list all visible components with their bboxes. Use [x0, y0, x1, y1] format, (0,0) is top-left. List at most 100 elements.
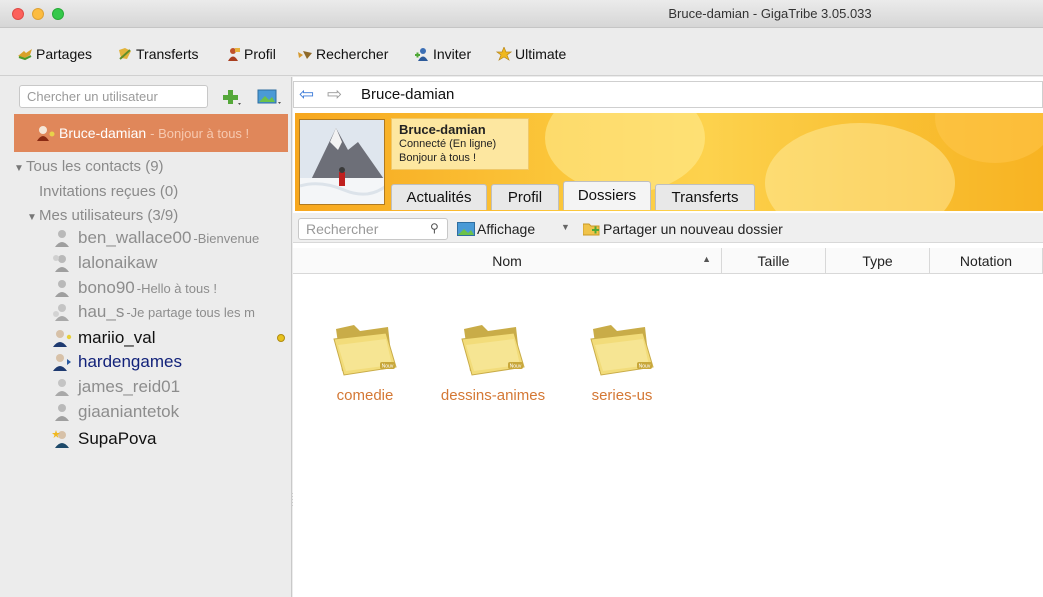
back-arrow-icon[interactable]: ⇦ — [299, 84, 314, 105]
user-online-icon — [52, 353, 72, 371]
tab-profil[interactable]: Profil — [491, 184, 559, 210]
title-bar: Bruce-damian - GigaTribe 3.05.033 — [0, 0, 1043, 28]
folder-search-input[interactable] — [298, 218, 448, 240]
search-icon — [297, 47, 313, 61]
user-online-icon — [36, 125, 56, 141]
tab-actualites[interactable]: Actualités — [391, 184, 487, 210]
contact-row[interactable]: hardengames — [52, 351, 288, 373]
close-window-button[interactable] — [12, 8, 24, 20]
invitations-received[interactable]: Invitations reçues (0) — [39, 183, 178, 200]
chevron-down-icon[interactable]: ▼ — [561, 222, 570, 232]
view-button[interactable]: Affichage — [457, 219, 535, 239]
column-header-notation[interactable]: Notation — [930, 248, 1043, 274]
contact-row[interactable]: giaaniantetok — [52, 401, 288, 423]
user-offline-icon — [52, 378, 72, 396]
profile-name: Bruce-damian — [399, 122, 486, 137]
folder-item[interactable]: Nouv series-us — [558, 315, 686, 415]
forward-arrow-icon[interactable]: ⇨ — [327, 84, 342, 105]
toolbar-profil-button[interactable]: Profil — [225, 44, 276, 64]
toolbar-inviter-button[interactable]: Inviter — [414, 44, 471, 64]
toolbar-label: Profil — [244, 46, 276, 62]
toolbar-label: Transferts — [136, 46, 199, 62]
toolbar-label: Ultimate — [515, 46, 567, 62]
contact-name: ben_wallace00 — [78, 228, 192, 247]
profile-status: Connecté (En ligne) — [399, 138, 497, 150]
user-offline-icon — [52, 303, 72, 321]
folder-name: dessins-animes — [440, 387, 546, 404]
folder-icon: Nouv — [590, 325, 654, 376]
current-user-status: - Bonjour à tous ! — [150, 125, 250, 141]
folder-icon: Nouv — [461, 325, 525, 376]
toolbar-label: Rechercher — [316, 46, 389, 62]
new-badge: Nouv — [639, 364, 651, 370]
column-header-nom[interactable]: Nom ▲ — [293, 248, 722, 274]
add-contact-icon[interactable] — [222, 87, 244, 107]
user-online-icon — [52, 329, 72, 347]
contact-row[interactable]: james_reid01 — [52, 376, 288, 398]
contact-row[interactable]: mariio_val — [52, 327, 288, 349]
tab-transferts[interactable]: Transferts — [655, 184, 755, 210]
folder-item[interactable]: Nouv dessins-animes — [429, 315, 557, 415]
new-badge: Nouv — [510, 364, 522, 370]
banner-decoration — [935, 113, 1043, 163]
share-new-folder-button[interactable]: Partager un nouveau dossier — [582, 219, 783, 239]
collapse-arrow-icon: ▼ — [14, 163, 24, 174]
new-folder-icon — [582, 222, 601, 236]
minimize-window-button[interactable] — [32, 8, 44, 20]
profile-banner: Bruce-damian Connecté (En ligne) Bonjour… — [295, 113, 1043, 211]
folder-name: series-us — [591, 387, 653, 404]
collapse-arrow-icon: ▼ — [27, 212, 37, 223]
toolbar-partages-button[interactable]: Partages — [17, 44, 92, 64]
share-new-folder-label: Partager un nouveau dossier — [603, 221, 783, 237]
profile-message: Bonjour à tous ! — [399, 152, 477, 164]
avatar — [299, 119, 385, 205]
window-title: Bruce-damian - GigaTribe 3.05.033 — [668, 6, 872, 21]
folder-view: Nouv comedie Nouv dessins-animes Nouv se… — [293, 275, 1043, 597]
contact-row[interactable]: bono90 -Hello à tous ! — [52, 277, 288, 299]
image-view-icon — [457, 222, 475, 236]
tab-dossiers[interactable]: Dossiers — [563, 181, 651, 210]
contact-row[interactable]: SupaPova — [52, 428, 288, 450]
app-window: Bruce-damian - GigaTribe 3.05.033 Partag… — [0, 0, 1043, 597]
profile-card: Bruce-damian Connecté (En ligne) Bonjour… — [391, 118, 529, 170]
main-panel: ⇦ ⇨ Bruce-damian Bruce-damian Connecté (… — [293, 77, 1043, 597]
column-headers: Nom ▲ Taille Type Notation — [293, 248, 1043, 274]
view-label: Affichage — [477, 221, 536, 237]
all-contacts-group[interactable]: ▼ Tous les contacts (9) — [14, 158, 164, 175]
folder-toolbar: ⚲ Affichage ▼ Partager un nouveau dossie… — [293, 213, 1043, 243]
contact-status: -Hello à tous ! — [136, 280, 217, 296]
contact-status: -Bienvenue — [193, 230, 260, 246]
magnifier-icon[interactable]: ⚲ — [430, 221, 439, 235]
sort-ascending-icon: ▲ — [702, 254, 711, 264]
toolbar-transferts-button[interactable]: Transferts — [117, 44, 199, 64]
user-search-input[interactable] — [19, 85, 208, 108]
contact-status: -Je partage tous les m — [126, 304, 255, 320]
contact-name: hardengames — [78, 352, 182, 371]
all-contacts-label: Tous les contacts (9) — [26, 158, 164, 175]
folder-item[interactable]: Nouv comedie — [301, 315, 429, 415]
user-offline-icon — [52, 279, 72, 297]
toolbar-label: Inviter — [433, 46, 472, 62]
toolbar-rechercher-button[interactable]: Rechercher — [297, 44, 388, 64]
contact-row[interactable]: hau_s -Je partage tous les m — [52, 301, 288, 323]
user-offline-icon — [52, 229, 72, 247]
contact-name: giaaniantetok — [78, 402, 180, 421]
contacts-sidebar: Bruce-damian - Bonjour à tous ! ▼Tous le… — [0, 77, 292, 597]
folder-icon: Nouv — [333, 325, 397, 376]
navigation-bar: ⇦ ⇨ Bruce-damian — [293, 81, 1043, 108]
transfer-icon — [117, 47, 133, 61]
contact-row[interactable]: lalonaikaw — [52, 252, 288, 274]
star-icon — [495, 46, 513, 61]
contact-row[interactable]: ben_wallace00 -Bienvenue — [52, 227, 288, 249]
banner-decoration — [765, 123, 955, 211]
column-header-taille[interactable]: Taille — [722, 248, 826, 274]
current-user-row[interactable]: Bruce-damian - Bonjour à tous ! — [14, 114, 288, 152]
column-header-type[interactable]: Type — [826, 248, 930, 274]
contact-name: james_reid01 — [78, 377, 181, 396]
column-label: Nom — [492, 253, 522, 269]
image-menu-icon[interactable] — [257, 87, 283, 107]
toolbar-ultimate-button[interactable]: Ultimate — [495, 44, 567, 64]
contact-name: bono90 — [78, 278, 135, 297]
maximize-window-button[interactable] — [52, 8, 64, 20]
my-users-group[interactable]: ▼ Mes utilisateurs (3/9) — [27, 207, 178, 224]
